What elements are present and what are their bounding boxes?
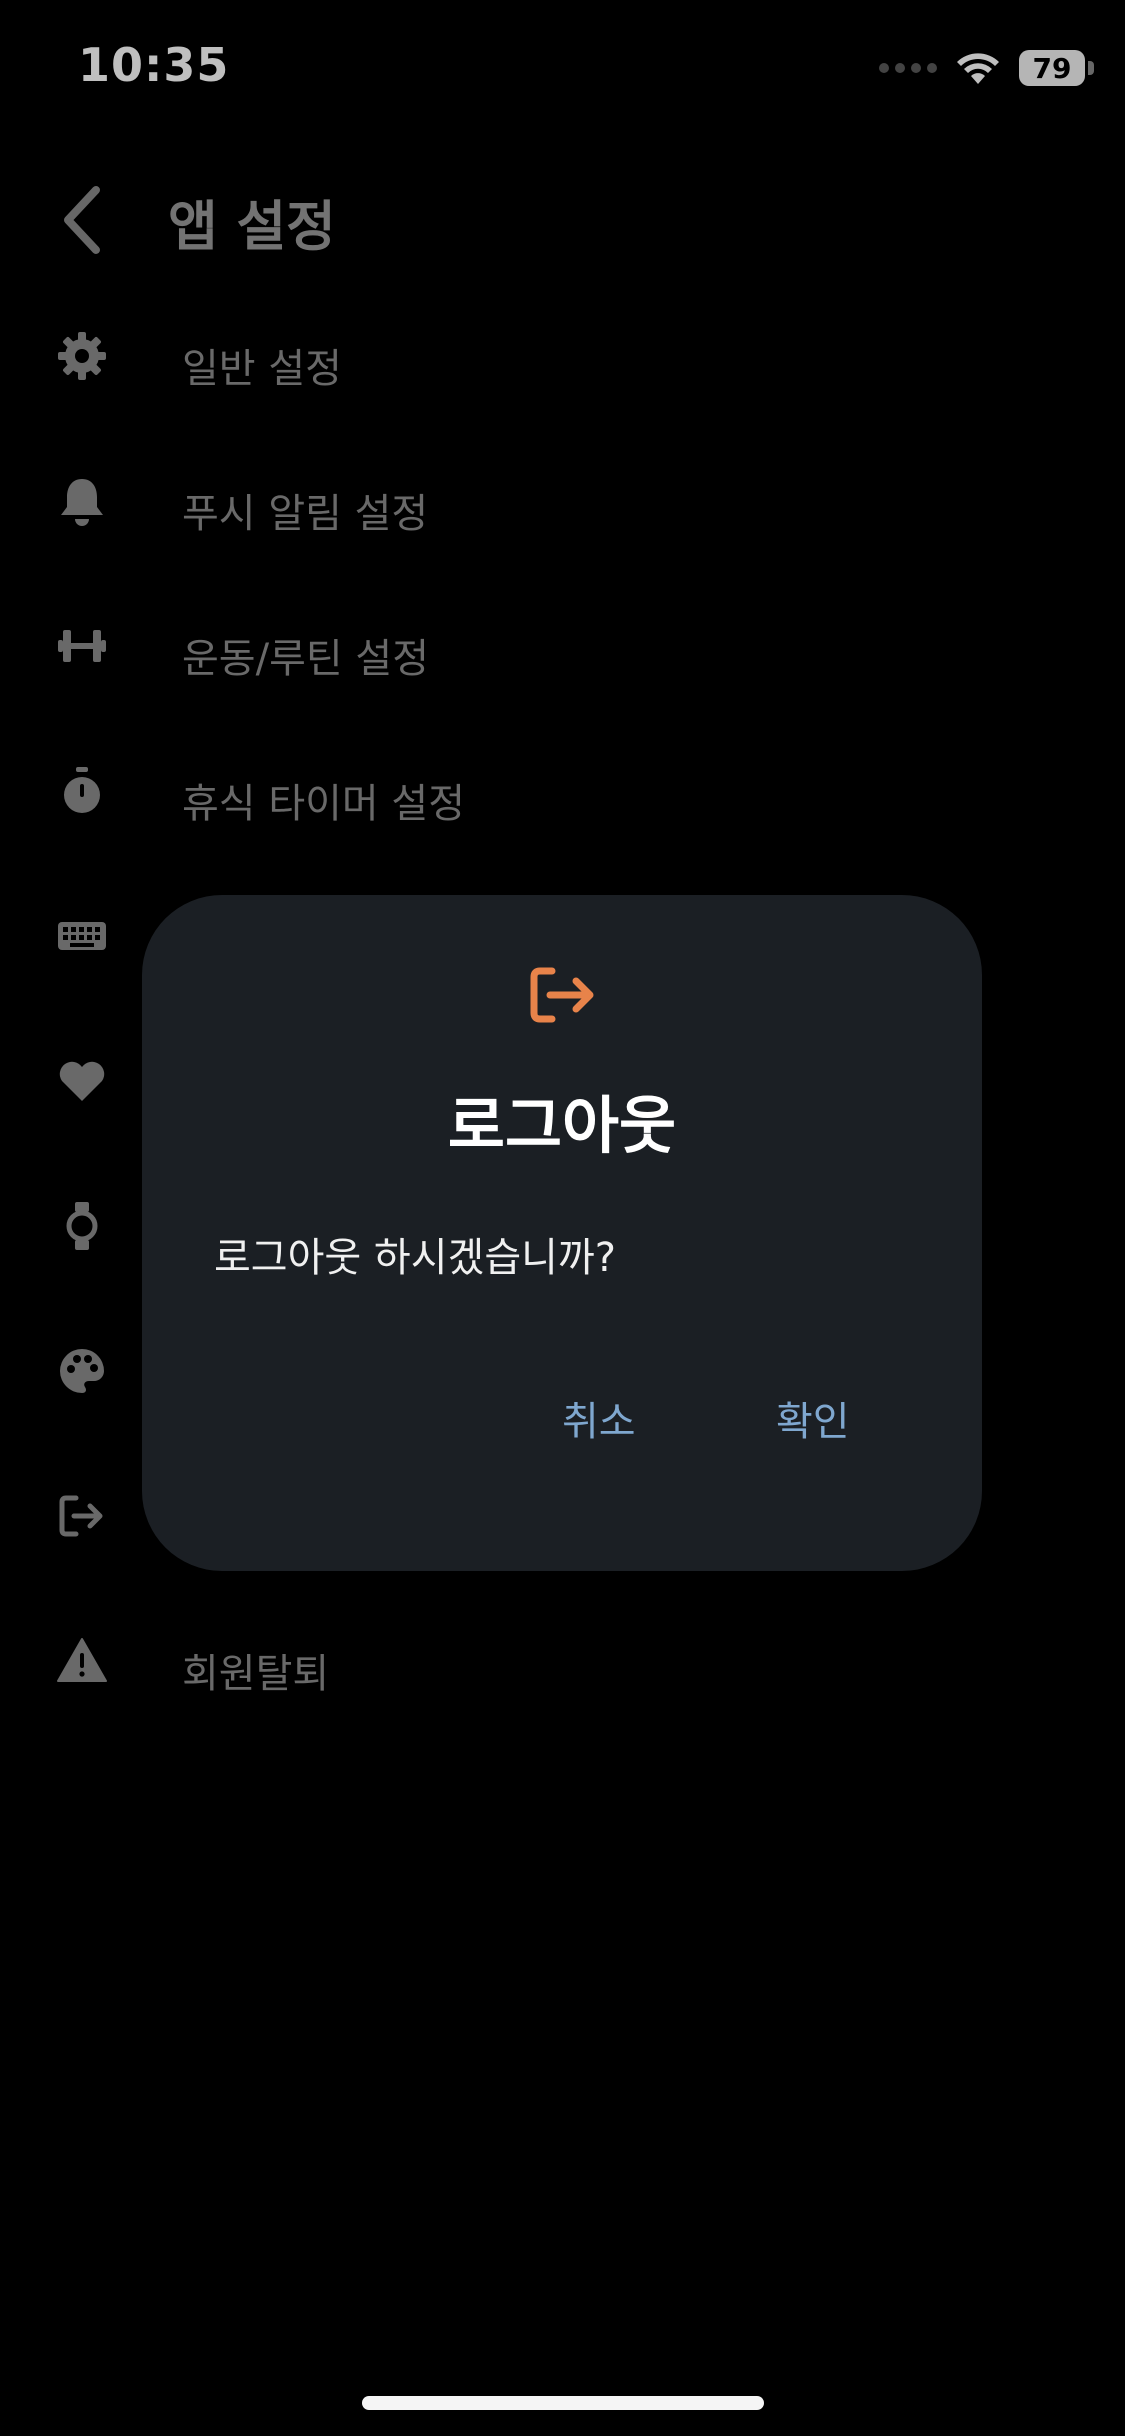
- home-indicator: [362, 2396, 764, 2410]
- logout-dialog: 로그아웃 로그아웃 하시겠습니까? 취소 확인: [142, 895, 982, 1571]
- cancel-button[interactable]: 취소: [562, 1389, 636, 1447]
- logout-icon: [530, 967, 594, 1023]
- dialog-message: 로그아웃 하시겠습니까?: [214, 1235, 616, 1281]
- dialog-title: 로그아웃: [447, 1089, 677, 1162]
- confirm-button[interactable]: 확인: [776, 1389, 850, 1447]
